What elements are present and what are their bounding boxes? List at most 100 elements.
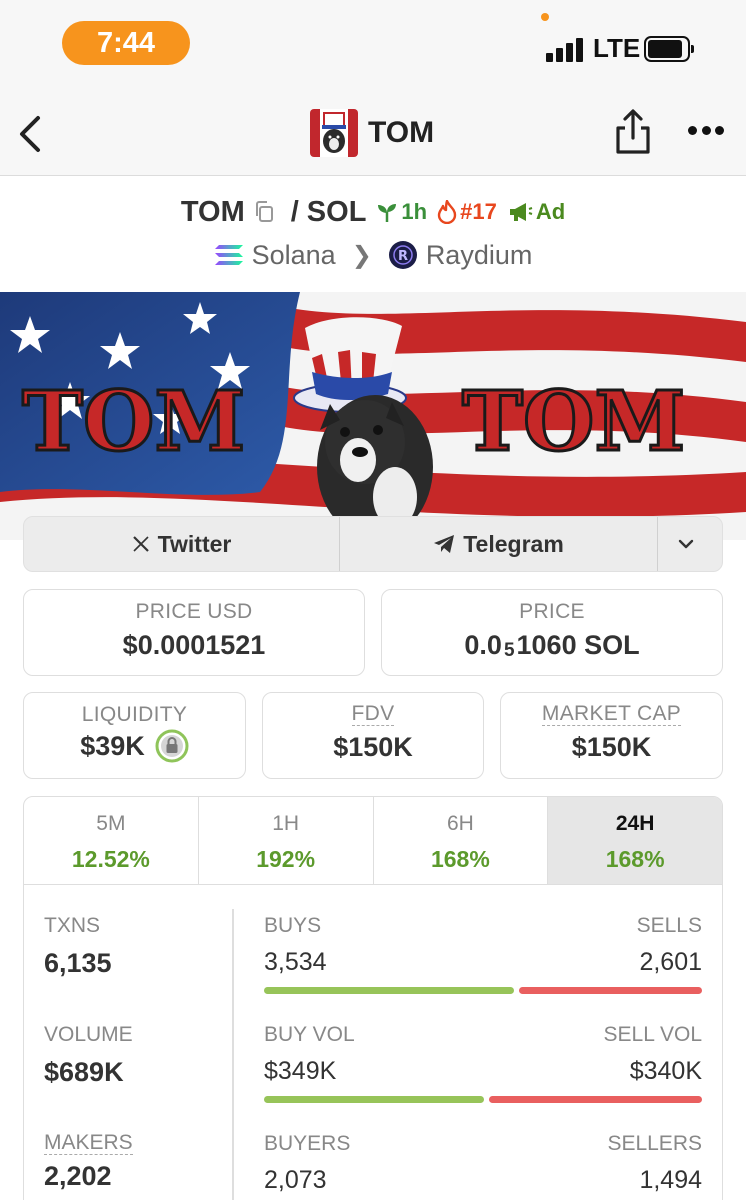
telegram-label: Telegram xyxy=(463,530,564,557)
nav-title: TOM xyxy=(368,116,435,149)
more-icon[interactable] xyxy=(688,126,724,138)
privacy-indicator-dot xyxy=(541,13,549,21)
status-time[interactable]: 7:44 xyxy=(62,21,190,65)
pair-quote-token: SOL xyxy=(306,195,367,228)
telegram-icon xyxy=(434,535,455,553)
status-bar: 7:44 LTE xyxy=(0,0,746,96)
tab-change: 168% xyxy=(430,846,490,872)
price-native-prefix: 0.0 xyxy=(464,630,502,660)
volume-value: $689K xyxy=(44,1057,124,1087)
txns-stat: TXNS 6,135 xyxy=(44,914,112,979)
market-cap-card[interactable]: MARKET CAP $150K xyxy=(500,692,723,779)
tab-label: 6H xyxy=(446,812,474,835)
liquidity-value-row: $39K xyxy=(24,729,245,763)
makers-label: MAKERS xyxy=(44,1131,133,1155)
solana-icon xyxy=(214,245,243,265)
price-native-card: PRICE 0.0 5 1060 SOL xyxy=(381,589,723,676)
fdv-label: FDV xyxy=(351,702,395,726)
lock-icon[interactable] xyxy=(155,729,189,763)
ad-badge-label: Ad xyxy=(535,199,566,224)
tab-label: 5M xyxy=(96,812,126,835)
buyers-label: BUYERS xyxy=(264,1132,351,1155)
chevron-left-icon[interactable] xyxy=(16,114,44,154)
megaphone-icon xyxy=(509,203,533,221)
ad-badge[interactable]: Ad xyxy=(507,199,565,225)
price-native-suffix: 1060 SOL xyxy=(516,630,640,660)
trending-rank-label: #17 xyxy=(460,199,497,224)
transaction-stats-panel: TXNS 6,135 VOLUME $689K MAKERS 2,202 BUY… xyxy=(23,884,723,1200)
tab-label: 1H xyxy=(272,812,300,835)
sprout-icon xyxy=(378,204,397,222)
tab-change: 192% xyxy=(256,846,316,872)
signal-strength-icon xyxy=(546,38,586,62)
market-cap-label: MARKET CAP xyxy=(541,702,682,726)
token-avatar xyxy=(310,109,358,157)
buys-sells-ratio-bar xyxy=(264,987,702,994)
pair-base-token: TOM xyxy=(180,195,245,228)
chain-link[interactable]: Solana xyxy=(252,240,336,271)
battery-icon xyxy=(644,36,694,62)
buy-portion-bar xyxy=(264,987,514,994)
x-logo-icon xyxy=(132,536,149,552)
sellers-label: SELLERS xyxy=(607,1132,702,1155)
banner-left-text: TOM xyxy=(22,374,245,470)
buys-value: 3,534 xyxy=(264,948,327,976)
fdv-card[interactable]: FDV $150K xyxy=(262,692,484,779)
more-links-dropdown[interactable] xyxy=(658,517,722,571)
price-native-value: 0.0 5 1060 SOL xyxy=(382,630,722,661)
liquidity-card: LIQUIDITY $39K xyxy=(23,692,246,779)
twitter-button[interactable]: Twitter xyxy=(24,517,340,571)
buys-label: BUYS xyxy=(264,914,322,937)
tab-label: 24H xyxy=(615,812,655,835)
buyers-value: 2,073 xyxy=(264,1166,327,1194)
svg-text:R: R xyxy=(398,249,408,264)
sell-vol-value: $340K xyxy=(629,1057,702,1085)
price-usd-card: PRICE USD $0.0001521 xyxy=(23,589,365,676)
buy-vol-value: $349K xyxy=(264,1057,337,1085)
sell-vol-label: SELL VOL xyxy=(603,1023,702,1046)
dex-link[interactable]: Raydium xyxy=(426,240,533,271)
nav-title-group: TOM xyxy=(310,108,434,158)
tab-6h[interactable]: 6H 168% xyxy=(374,797,549,884)
chevron-right-icon: ❯ xyxy=(351,241,372,269)
share-icon[interactable] xyxy=(612,108,654,156)
telegram-button[interactable]: Telegram xyxy=(340,517,658,571)
buy-vol-label: BUY VOL xyxy=(264,1023,355,1046)
age-badge: 1h xyxy=(376,199,427,225)
twitter-label: Twitter xyxy=(157,530,232,557)
age-badge-label: 1h xyxy=(401,199,428,224)
banner-right-text: TOM xyxy=(462,374,685,470)
pair-header: TOM / SOL 1h #17 Ad xyxy=(0,190,746,234)
txns-label: TXNS xyxy=(44,914,101,937)
buys-sells-row: BUYS SELLS 3,534 2,601 xyxy=(264,914,702,994)
market-cap-value: $150K xyxy=(571,732,652,762)
chevron-down-icon xyxy=(678,539,694,549)
makers-value: 2,202 xyxy=(44,1161,112,1191)
sells-value: 2,601 xyxy=(639,948,702,976)
makers-stat[interactable]: MAKERS 2,202 xyxy=(44,1132,133,1192)
chain-dex-breadcrumb: Solana ❯ R Raydium xyxy=(0,234,746,276)
nav-bar: TOM xyxy=(0,96,746,176)
flame-icon xyxy=(437,200,457,224)
liquidity-value: $39K xyxy=(80,730,145,761)
tab-24h[interactable]: 24H 168% xyxy=(548,797,722,884)
price-native-zero-count: 5 xyxy=(503,639,515,661)
price-usd-value: $0.0001521 xyxy=(122,630,266,660)
copy-icon[interactable] xyxy=(253,200,275,224)
sell-portion-bar xyxy=(518,987,702,994)
pair-separator: / xyxy=(290,195,299,228)
raydium-icon: R xyxy=(388,241,417,269)
sells-label: SELLS xyxy=(636,914,702,937)
buy-portion-bar xyxy=(264,1096,484,1103)
sell-portion-bar xyxy=(488,1096,702,1103)
social-links-bar: Twitter Telegram xyxy=(23,516,723,572)
fdv-value: $150K xyxy=(333,732,413,762)
price-usd-label: PRICE USD xyxy=(135,600,253,623)
sellers-value: 1,494 xyxy=(639,1166,702,1194)
network-type: LTE xyxy=(593,33,641,63)
timeframe-tabs: 5M 12.52% 1H 192% 6H 168% 24H 168% xyxy=(23,796,723,885)
trending-rank-badge[interactable]: #17 xyxy=(437,199,497,225)
tab-1h[interactable]: 1H 192% xyxy=(199,797,374,884)
tab-5m[interactable]: 5M 12.52% xyxy=(24,797,199,884)
buy-sell-volume-row: BUY VOL SELL VOL $349K $340K xyxy=(264,1023,702,1103)
